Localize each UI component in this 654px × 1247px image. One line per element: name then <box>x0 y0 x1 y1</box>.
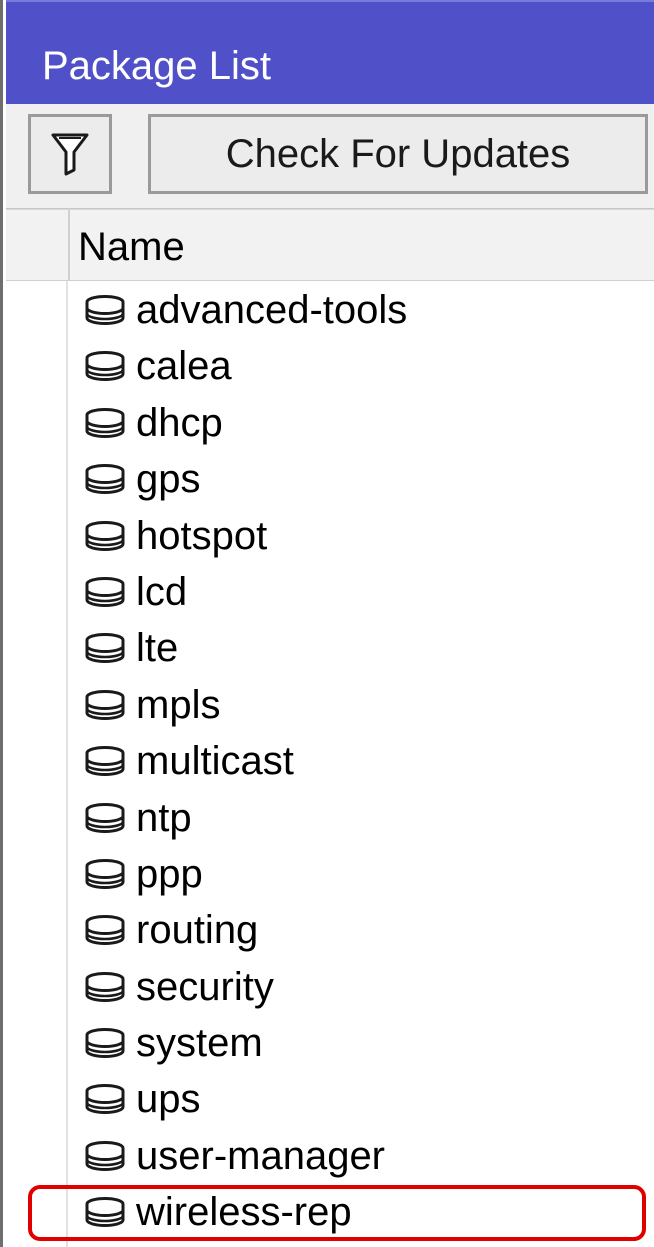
package-name: calea <box>136 344 232 389</box>
package-name: multicast <box>136 739 294 784</box>
package-name: advanced-tools <box>136 288 408 332</box>
title-bar[interactable]: Package List <box>6 0 654 104</box>
package-name: security <box>136 964 274 1009</box>
package-icon <box>85 464 125 495</box>
package-icon <box>85 802 125 833</box>
package-name: hotspot <box>136 513 268 558</box>
table-row-highlighted[interactable]: wireless-rep <box>6 1183 654 1242</box>
package-name: lte <box>136 626 179 671</box>
table-row[interactable]: lcd <box>6 563 654 619</box>
package-icon <box>85 407 125 438</box>
filter-funnel-icon <box>51 133 89 176</box>
package-table: Name advanced-tools calea dhcp gps hotsp… <box>6 209 654 1247</box>
package-name: ppp <box>136 851 203 896</box>
package-icon <box>85 915 125 946</box>
table-row[interactable]: calea <box>6 337 654 393</box>
table-row[interactable]: ppp <box>6 845 654 901</box>
package-name: system <box>136 1021 263 1066</box>
window-title: Package List <box>42 44 272 88</box>
package-name: gps <box>136 457 201 502</box>
table-row[interactable]: user-manager <box>6 1127 654 1183</box>
package-icon <box>85 576 125 607</box>
column-header-name[interactable]: Name <box>78 224 185 270</box>
package-icon <box>85 746 125 777</box>
package-icon <box>85 1028 125 1059</box>
package-icon <box>85 1084 125 1115</box>
check-for-updates-button[interactable]: Check For Updates <box>148 114 648 194</box>
package-list-window: Package List Check For Updates Name adva… <box>0 0 654 1247</box>
package-icon <box>85 520 125 551</box>
package-icon <box>85 295 125 325</box>
package-name: dhcp <box>136 400 223 445</box>
table-row[interactable]: lte <box>6 619 654 675</box>
toolbar: Check For Updates <box>6 104 654 209</box>
table-row[interactable]: advanced-tools <box>6 281 654 337</box>
table-row[interactable]: dhcp <box>6 394 654 450</box>
package-icon <box>85 858 125 889</box>
package-name: user-manager <box>136 1133 386 1178</box>
table-row[interactable]: ups <box>6 1070 654 1126</box>
package-name: wireless-rep <box>136 1190 352 1235</box>
package-icon <box>85 689 125 720</box>
table-row[interactable]: ntp <box>6 789 654 845</box>
package-name: ups <box>136 1077 201 1122</box>
package-icon <box>85 1140 125 1171</box>
package-icon <box>85 971 125 1002</box>
table-row[interactable]: hotspot <box>6 507 654 563</box>
package-name: ntp <box>136 795 192 840</box>
package-icon <box>85 633 125 664</box>
package-icon <box>85 1197 125 1228</box>
table-body: advanced-tools calea dhcp gps hotspot lc… <box>6 281 654 1242</box>
table-row[interactable]: security <box>6 958 654 1014</box>
header-corner <box>6 210 70 280</box>
table-row[interactable]: routing <box>6 901 654 957</box>
table-row[interactable]: gps <box>6 450 654 506</box>
table-row[interactable]: multicast <box>6 732 654 788</box>
table-row[interactable]: mpls <box>6 676 654 732</box>
package-icon <box>85 351 125 382</box>
package-name: routing <box>136 908 259 953</box>
package-name: lcd <box>136 569 188 614</box>
table-header: Name <box>6 209 654 281</box>
filter-button[interactable] <box>28 114 112 194</box>
package-name: mpls <box>136 682 221 727</box>
table-row[interactable]: system <box>6 1014 654 1070</box>
